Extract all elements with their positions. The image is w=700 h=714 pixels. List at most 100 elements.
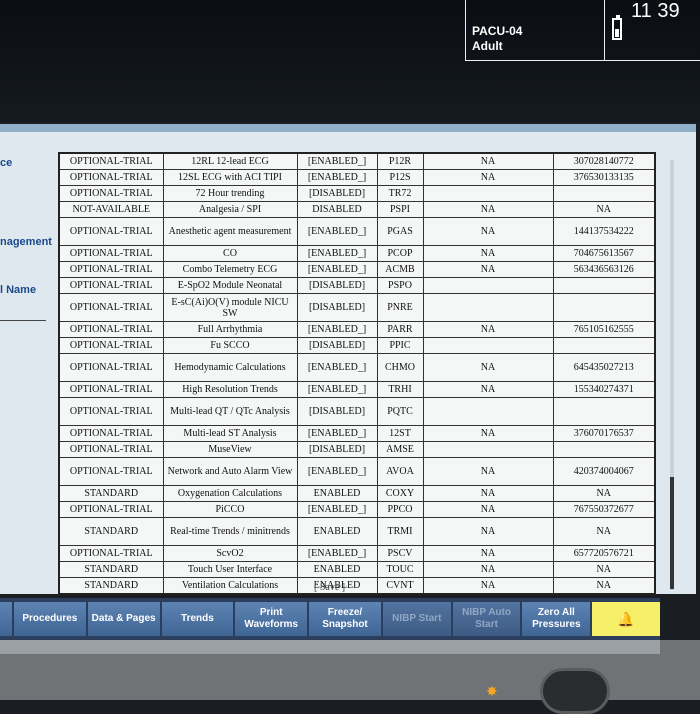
cell-serial: 767550372677 xyxy=(552,501,656,518)
cell-type: STANDARD xyxy=(58,485,164,502)
cell-status: ENABLED xyxy=(296,517,378,546)
cell-name: E-sC(Ai)O(V) module NICU SW xyxy=(162,293,298,322)
table-row[interactable]: OPTIONAL-TRIAL 12RL 12-lead ECG [ENABLED_]… xyxy=(58,152,656,170)
table-row[interactable]: OPTIONAL-TRIAL Full Arrhythmia [ENABLED_] P… xyxy=(58,321,656,338)
fkey-7[interactable]: NIBP Auto Start xyxy=(452,602,521,636)
cell-name: Touch User Interface xyxy=(162,561,298,578)
patient-type: Adult xyxy=(472,39,503,53)
cell-status: [DISABLED] xyxy=(296,185,378,202)
table-row[interactable]: OPTIONAL-TRIAL ScvO2 [ENABLED_] PSCV NA 65772… xyxy=(58,545,656,562)
cell-name: Combo Telemetry ECG xyxy=(162,261,298,278)
table-row[interactable]: OPTIONAL-TRIAL Multi-lead QT / QTc Analys… xyxy=(58,397,656,426)
fkey-1[interactable]: Procedures xyxy=(13,602,86,636)
cell-name: ScvO2 xyxy=(162,545,298,562)
alarm-bell-icon[interactable]: 🔔 xyxy=(592,602,660,636)
cell-value: NA xyxy=(422,201,554,218)
table-row[interactable]: STANDARD Ventilation Calculations ENABLED C… xyxy=(58,577,656,595)
left-divider xyxy=(0,320,46,321)
cell-serial xyxy=(552,277,656,294)
patient-status-box: PACU-04 Adult 11 39 xyxy=(465,0,700,61)
fkey-3[interactable]: Trends xyxy=(161,602,234,636)
cell-serial: 376530133135 xyxy=(552,169,656,186)
table-row[interactable]: NOT-AVAILABLE Analgesia / SPI DISABLED PSPI… xyxy=(58,201,656,218)
cell-value: NA xyxy=(422,353,554,382)
cell-value xyxy=(422,277,554,294)
cell-value xyxy=(422,293,554,322)
table-row[interactable]: OPTIONAL-TRIAL E-SpO2 Module Neonatal [DIS… xyxy=(58,277,656,294)
fkey-0[interactable] xyxy=(0,602,12,636)
cell-type: OPTIONAL-TRIAL xyxy=(58,353,164,382)
cell-serial: 645435027213 xyxy=(552,353,656,382)
table-row[interactable]: OPTIONAL-TRIAL Hemodynamic Calculations [E… xyxy=(58,353,656,382)
cell-status: [ENABLED_] xyxy=(296,381,378,398)
cell-status: [ENABLED_] xyxy=(296,245,378,262)
cell-status: [ENABLED_] xyxy=(296,545,378,562)
cell-value xyxy=(422,185,554,202)
cell-code: PSCV xyxy=(376,545,424,562)
cell-type: OPTIONAL-TRIAL xyxy=(58,245,164,262)
left-label-2[interactable]: nagement xyxy=(0,236,52,248)
cell-serial xyxy=(552,397,656,426)
cell-serial xyxy=(552,441,656,458)
cell-type: STANDARD xyxy=(58,577,164,595)
table-row[interactable]: STANDARD Touch User Interface ENABLED TOUC N… xyxy=(58,561,656,578)
fkey-6[interactable]: NIBP Start xyxy=(382,602,451,636)
clock: 11 39 xyxy=(631,0,680,22)
table-row[interactable]: OPTIONAL-TRIAL Anesthetic agent measureme… xyxy=(58,217,656,246)
cell-serial: 307028140772 xyxy=(552,152,656,170)
cell-type: OPTIONAL-TRIAL xyxy=(58,501,164,518)
table-row[interactable]: OPTIONAL-TRIAL E-sC(Ai)O(V) module NICU S… xyxy=(58,293,656,322)
alarm-light-icon: ✸ xyxy=(486,685,498,700)
cell-name: Real-time Trends / minitrends xyxy=(162,517,298,546)
cell-name: Full Arrhythmia xyxy=(162,321,298,338)
cell-serial: NA xyxy=(552,561,656,578)
table-row[interactable]: OPTIONAL-TRIAL Combo Telemetry ECG [ENABLE… xyxy=(58,261,656,278)
cell-value xyxy=(422,337,554,354)
unit-name: PACU-04 xyxy=(472,24,523,38)
cell-name: Hemodynamic Calculations xyxy=(162,353,298,382)
table-row[interactable]: STANDARD Oxygenation Calculations ENABLED C… xyxy=(58,485,656,502)
left-label-3[interactable]: l Name xyxy=(0,284,36,296)
cell-name: MuseView xyxy=(162,441,298,458)
table-row[interactable]: OPTIONAL-TRIAL High Resolution Trends [ENA… xyxy=(58,381,656,398)
cell-serial xyxy=(552,185,656,202)
scrollbar-thumb[interactable] xyxy=(670,477,674,589)
fkey-4[interactable]: Print Waveforms xyxy=(235,602,308,636)
cell-name: Multi-lead ST Analysis xyxy=(162,425,298,442)
fkey-8[interactable]: Zero All Pressures xyxy=(522,602,591,636)
cell-type: OPTIONAL-TRIAL xyxy=(58,337,164,354)
cell-code: COXY xyxy=(376,485,424,502)
cell-value: NA xyxy=(422,152,554,170)
cell-value: NA xyxy=(422,261,554,278)
table-row[interactable]: OPTIONAL-TRIAL CO [ENABLED_] PCOP NA 70467561… xyxy=(58,245,656,262)
cell-value: NA xyxy=(422,425,554,442)
cell-status: DISABLED xyxy=(296,201,378,218)
cell-code: 12ST xyxy=(376,425,424,442)
cell-code: AMSE xyxy=(376,441,424,458)
cell-code: PARR xyxy=(376,321,424,338)
save-button[interactable]: [ Save ] xyxy=(314,582,345,593)
cell-type: NOT-AVAILABLE xyxy=(58,201,164,218)
table-row[interactable]: OPTIONAL-TRIAL Multi-lead ST Analysis [ENA… xyxy=(58,425,656,442)
cell-status: [ENABLED_] xyxy=(296,169,378,186)
cell-code: PGAS xyxy=(376,217,424,246)
fkey-2[interactable]: Data & Pages xyxy=(87,602,160,636)
table-row[interactable]: OPTIONAL-TRIAL MuseView [DISABLED] AMSE xyxy=(58,441,656,458)
table-row[interactable]: OPTIONAL-TRIAL Network and Auto Alarm Vie… xyxy=(58,457,656,486)
cell-code: PSPI xyxy=(376,201,424,218)
cell-status: [DISABLED] xyxy=(296,337,378,354)
table-row[interactable]: OPTIONAL-TRIAL Fu SCCO [DISABLED] PPIC xyxy=(58,337,656,354)
cell-status: [ENABLED_] xyxy=(296,457,378,486)
table-row[interactable]: STANDARD Real-time Trends / minitrends ENA… xyxy=(58,517,656,546)
cell-value: NA xyxy=(422,501,554,518)
cell-name: Anesthetic agent measurement xyxy=(162,217,298,246)
fkey-5[interactable]: Freeze/ Snapshot xyxy=(309,602,381,636)
left-label-1[interactable]: ce xyxy=(0,157,12,169)
trim-knob[interactable] xyxy=(540,668,610,714)
cell-status: [DISABLED] xyxy=(296,397,378,426)
table-row[interactable]: OPTIONAL-TRIAL 12SL ECG with ACI TIPI [ENA… xyxy=(58,169,656,186)
cell-serial: NA xyxy=(552,201,656,218)
table-row[interactable]: OPTIONAL-TRIAL PiCCO [ENABLED_] PPCO NA 76755… xyxy=(58,501,656,518)
table-row[interactable]: OPTIONAL-TRIAL 72 Hour trending [DISABLED]… xyxy=(58,185,656,202)
cell-code: PSPO xyxy=(376,277,424,294)
